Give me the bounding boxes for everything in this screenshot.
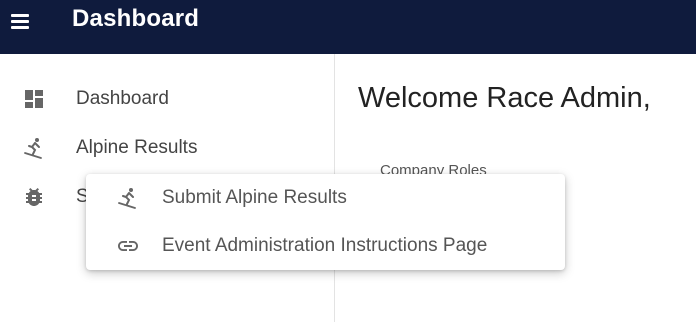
link-icon <box>116 234 140 258</box>
menu-item-label: Event Administration Instructions Page <box>162 235 488 256</box>
menu-item-label: Submit Alpine Results <box>162 187 347 208</box>
skier-icon <box>22 136 46 160</box>
welcome-heading: Welcome Race Admin, <box>358 82 651 114</box>
sidebar-item-alpine-results[interactable]: Alpine Results <box>0 124 335 172</box>
hamburger-menu-icon[interactable] <box>6 8 36 34</box>
bug-icon <box>22 185 46 209</box>
app-title: Dashboard <box>72 5 200 32</box>
alpine-results-submenu: Submit Alpine Results Event Administrati… <box>86 174 565 270</box>
skier-icon <box>116 186 140 210</box>
sidebar-item-dashboard[interactable]: Dashboard <box>0 75 335 123</box>
sidebar-item-label: Alpine Results <box>76 137 198 158</box>
dashboard-grid-icon <box>22 87 46 111</box>
app-bar: Dashboard <box>0 0 696 54</box>
sidebar-item-label: Dashboard <box>76 88 169 109</box>
event-administration-instructions-item[interactable]: Event Administration Instructions Page <box>86 222 565 270</box>
submit-alpine-results-item[interactable]: Submit Alpine Results <box>86 174 565 222</box>
